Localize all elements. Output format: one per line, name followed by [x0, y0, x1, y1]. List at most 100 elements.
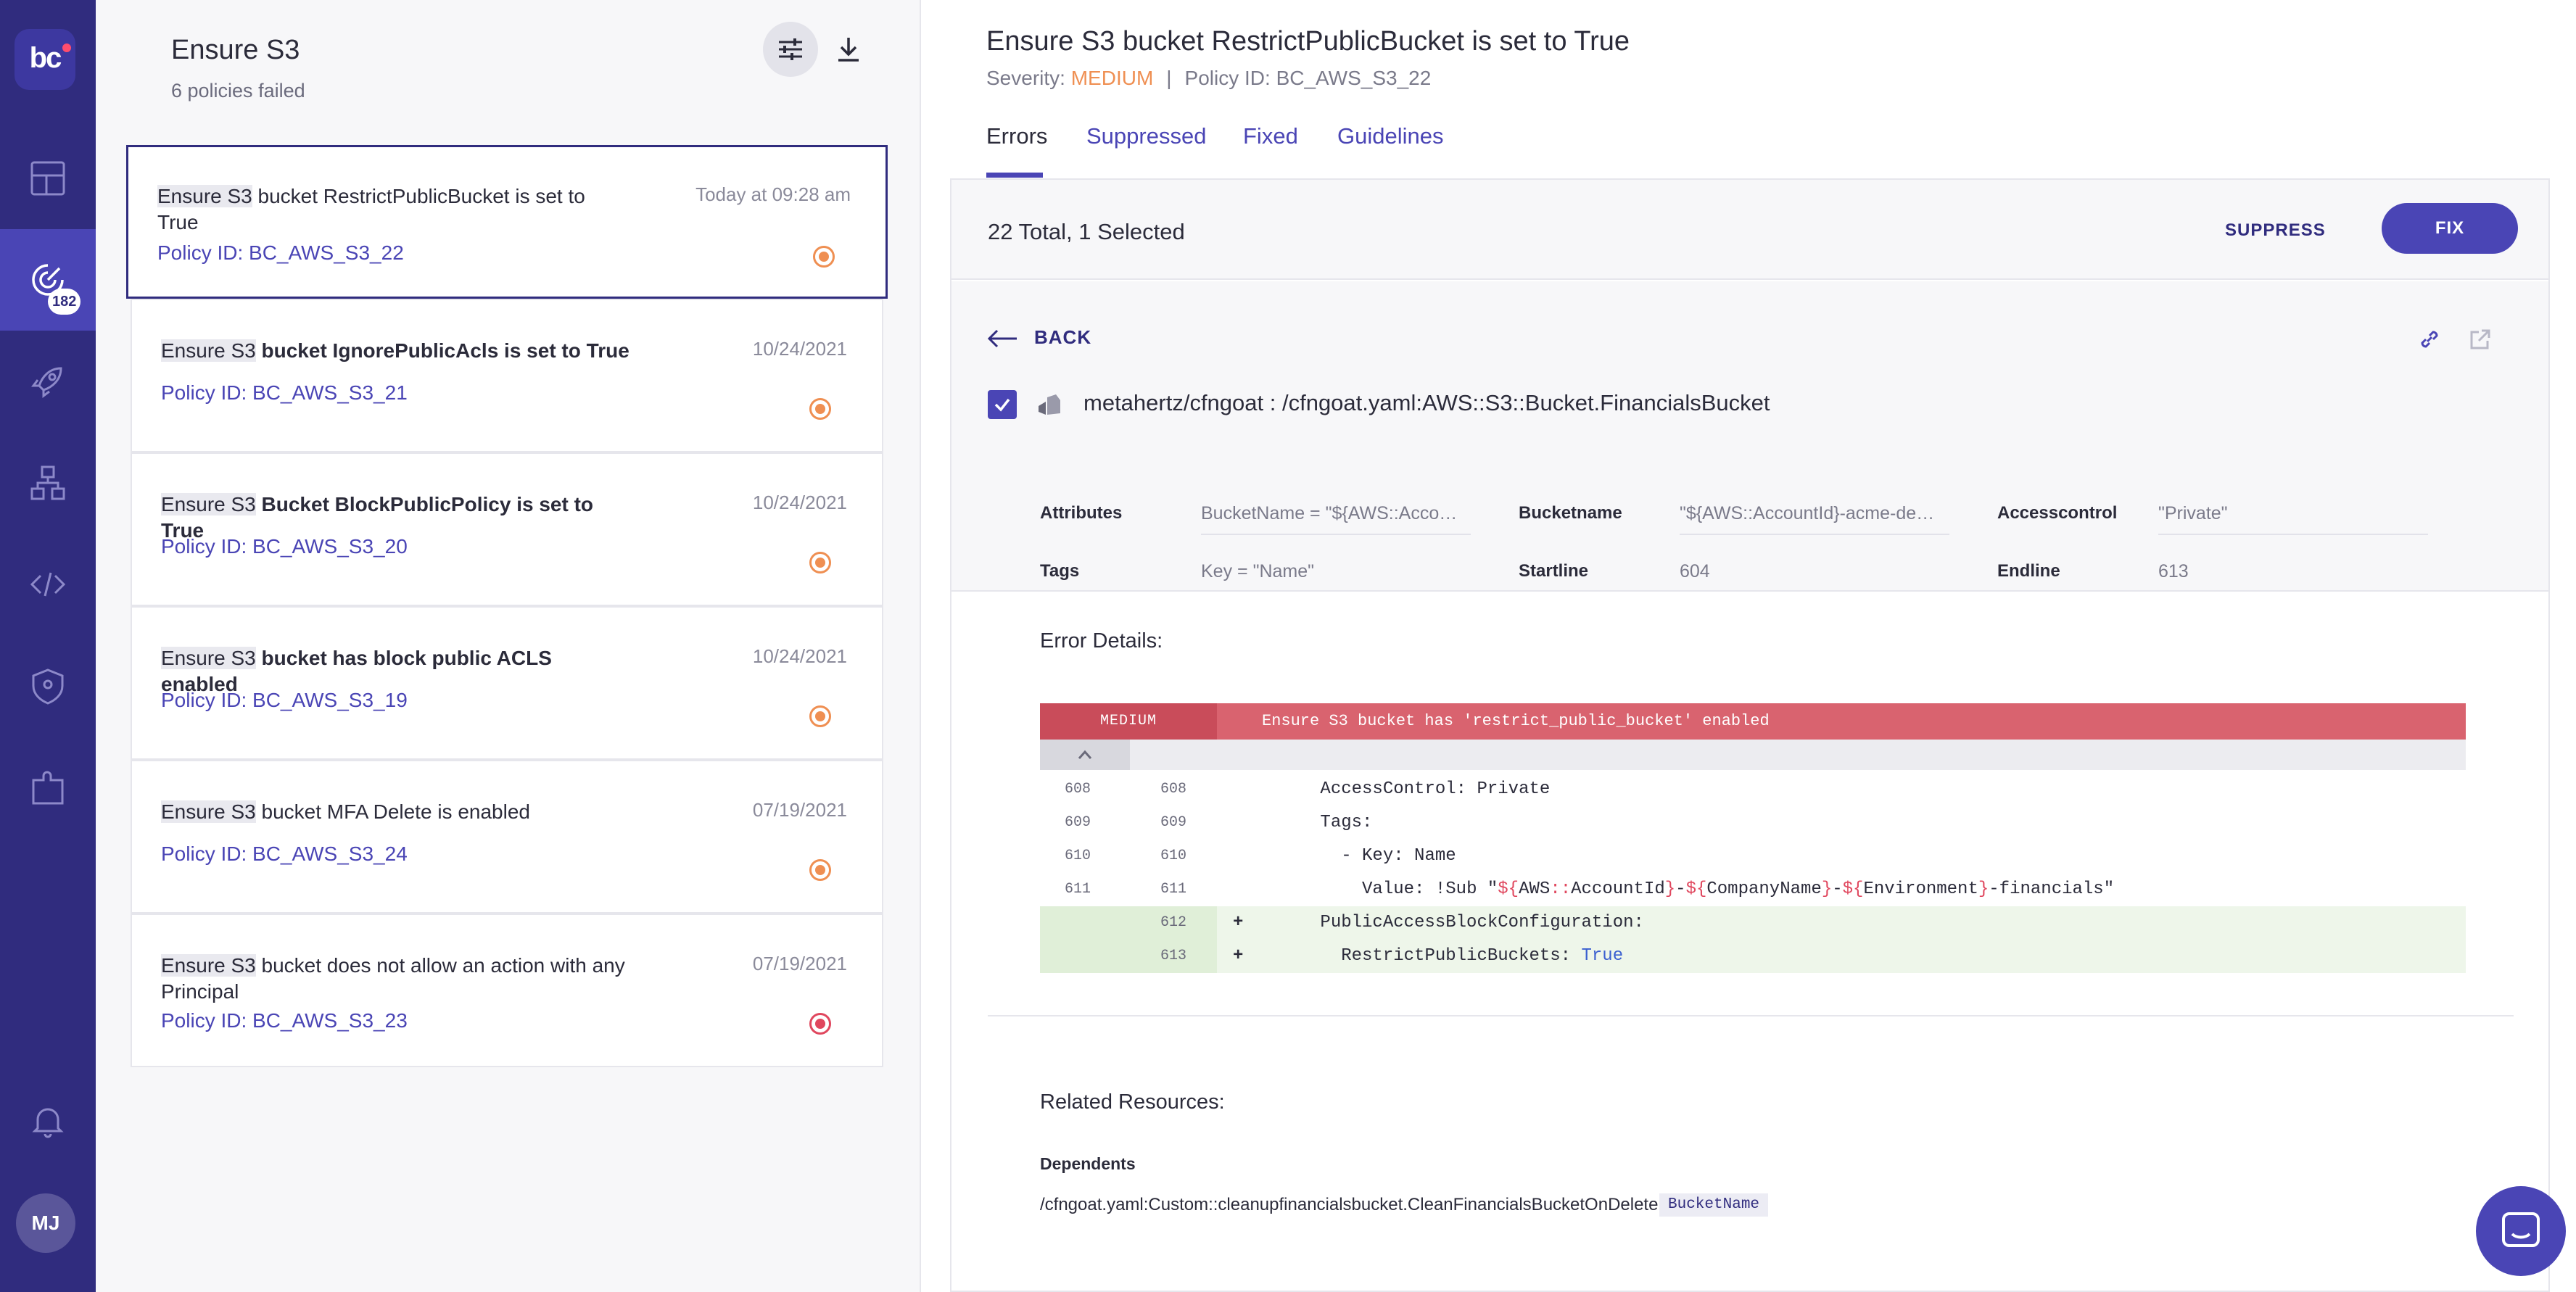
- code-icon: [30, 572, 66, 597]
- expand-up-button[interactable]: [1040, 740, 1130, 770]
- left-nav: bc 182 MJ: [0, 0, 96, 1292]
- card-date: 10/24/2021: [752, 338, 847, 360]
- back-button[interactable]: BACK: [987, 326, 1091, 349]
- code-line-added: 612 + PublicAccessBlockConfiguration:: [1040, 906, 2466, 940]
- severity-medium-icon: [809, 398, 831, 420]
- filter-button[interactable]: [763, 22, 818, 77]
- chat-launcher-button[interactable]: [2476, 1186, 2566, 1276]
- nav-code[interactable]: [0, 534, 96, 635]
- attr-value: BucketName = "${AWS::AccountId}-acme-dev…: [1201, 503, 1462, 523]
- code-line: 610 610 - Key: Name: [1065, 846, 1456, 866]
- severity-medium-icon: [809, 552, 831, 573]
- nav-incidents[interactable]: 182: [0, 229, 96, 331]
- card-title: Ensure S3 bucket MFA Delete is enabled: [161, 800, 530, 823]
- card-date: 07/19/2021: [752, 799, 847, 821]
- attr-value: 613: [2158, 561, 2189, 581]
- shield-icon: [32, 668, 64, 705]
- nav-dashboard[interactable]: [0, 128, 96, 229]
- nav-resources[interactable]: [0, 432, 96, 534]
- code-diff-header: MEDIUM Ensure S3 bucket has 'restrict_pu…: [1040, 703, 2466, 740]
- resources-icon: [30, 465, 65, 500]
- chevron-up-icon: [1078, 750, 1092, 759]
- policy-list-pane: Ensure S3 6 policies failed Ensure S3 bu…: [96, 0, 921, 1292]
- attr-label: Startline: [1519, 561, 1589, 581]
- code-line: 608 608 AccessControl: Private: [1065, 779, 1551, 799]
- integrations-icon: [32, 771, 64, 805]
- tab-errors[interactable]: Errors: [986, 123, 1047, 149]
- card-policy-id: Policy ID: BC_AWS_S3_23: [161, 1009, 408, 1032]
- external-link-icon[interactable]: [2466, 325, 2495, 354]
- errors-panel: 22 Total, 1 Selected SUPPRESS FIX BACK m…: [950, 178, 2550, 1292]
- sliders-icon: [779, 38, 802, 60]
- arrow-left-icon: [987, 330, 1017, 348]
- policy-card[interactable]: Ensure S3 bucket has block public ACLS e…: [131, 606, 883, 760]
- code-fold-bar: [1040, 740, 2466, 770]
- resource-checkbox[interactable]: [988, 390, 1017, 419]
- nav-integrations[interactable]: [0, 737, 96, 838]
- card-title: Ensure S3 bucket RestrictPublicBucket is…: [157, 185, 585, 233]
- card-date: 07/19/2021: [752, 953, 847, 974]
- check-icon: [994, 398, 1010, 412]
- card-date: Today at 09:28 am: [695, 183, 851, 205]
- fix-button[interactable]: FIX: [2382, 203, 2518, 254]
- detail-title: Ensure S3 bucket RestrictPublicBucket is…: [986, 26, 1630, 57]
- tab-fixed[interactable]: Fixed: [1243, 123, 1298, 149]
- policy-card[interactable]: Ensure S3 bucket IgnorePublicAcls is set…: [131, 299, 883, 452]
- resource-block: BACK metahertz/cfngoat : /cfngoat.yaml:A…: [951, 281, 2548, 592]
- severity-value: MEDIUM: [1070, 67, 1154, 89]
- code-diff: MEDIUM Ensure S3 bucket has 'restrict_pu…: [1040, 703, 2466, 973]
- chat-icon: [2502, 1212, 2540, 1247]
- nav-security[interactable]: [0, 635, 96, 737]
- policy-card[interactable]: Ensure S3 bucket RestrictPublicBucket is…: [126, 145, 888, 299]
- policy-card[interactable]: Ensure S3 bucket MFA Delete is enabled P…: [131, 760, 883, 914]
- severity-medium-icon: [813, 246, 835, 268]
- nav-notifications[interactable]: [0, 1070, 96, 1172]
- card-policy-id: Policy ID: BC_AWS_S3_22: [157, 241, 404, 264]
- download-button[interactable]: [821, 22, 876, 77]
- suppress-button[interactable]: SUPPRESS: [2225, 220, 2326, 241]
- code-line-added: 613 + RestrictPublicBuckets: True: [1040, 940, 2466, 973]
- attr-label: Attributes: [1040, 503, 1123, 523]
- card-policy-id: Policy ID: BC_AWS_S3_24: [161, 842, 408, 865]
- dependents-label: Dependents: [1040, 1154, 1136, 1173]
- attr-value: Key = "Name": [1201, 561, 1315, 581]
- brand-logo[interactable]: bc: [15, 29, 75, 90]
- user-avatar[interactable]: MJ: [16, 1193, 75, 1253]
- card-policy-id: Policy ID: BC_AWS_S3_19: [161, 689, 408, 711]
- code-line: 609 609 Tags:: [1065, 813, 1373, 832]
- link-icon[interactable]: [2415, 325, 2444, 354]
- severity-medium-icon: [809, 859, 831, 881]
- tab-suppressed[interactable]: Suppressed: [1086, 123, 1206, 149]
- card-date: 10/24/2021: [752, 645, 847, 667]
- attr-label: Accesscontrol: [1997, 503, 2118, 523]
- related-resources-title: Related Resources:: [1040, 1090, 1225, 1114]
- attr-label: Endline: [1997, 561, 2060, 581]
- errors-toolbar: 22 Total, 1 Selected SUPPRESS FIX: [951, 180, 2548, 280]
- code-message: Ensure S3 bucket has 'restrict_public_bu…: [1262, 712, 1770, 730]
- list-subtitle: 6 policies failed: [171, 80, 305, 102]
- policy-card[interactable]: Ensure S3 Bucket BlockPublicPolicy is se…: [131, 452, 883, 606]
- dependent-resource[interactable]: /cfngoat.yaml:Custom::cleanupfinancialsb…: [1040, 1195, 1658, 1215]
- tab-guidelines[interactable]: Guidelines: [1337, 123, 1443, 149]
- download-icon: [838, 38, 859, 62]
- card-date: 10/24/2021: [752, 492, 847, 513]
- attr-label: Bucketname: [1519, 503, 1622, 523]
- policy-detail-pane: Ensure S3 bucket RestrictPublicBucket is…: [922, 0, 2576, 1292]
- policy-card[interactable]: Ensure S3 bucket does not allow an actio…: [131, 914, 883, 1067]
- card-title: Ensure S3 bucket does not allow an actio…: [161, 954, 625, 1003]
- card-policy-id: Policy ID: BC_AWS_S3_20: [161, 535, 408, 558]
- detail-policy-id: Policy ID: BC_AWS_S3_22: [1184, 67, 1432, 89]
- attr-label: Tags: [1040, 561, 1080, 581]
- dashboard-icon: [30, 161, 65, 196]
- nav-projects[interactable]: [0, 331, 96, 432]
- attr-value: "${AWS::AccountId}-acme-dev-financials": [1680, 503, 1941, 523]
- attr-value: 604: [1680, 561, 1710, 581]
- bell-icon: [32, 1108, 64, 1138]
- severity-medium-icon: [809, 705, 831, 727]
- detail-meta: Severity: MEDIUM | Policy ID: BC_AWS_S3_22: [986, 67, 1432, 89]
- card-policy-id: Policy ID: BC_AWS_S3_21: [161, 381, 408, 404]
- severity-high-icon: [809, 1013, 831, 1035]
- attr-value: "Private": [2158, 503, 2228, 523]
- s3-bucket-icon: [1039, 394, 1060, 415]
- list-title: Ensure S3: [171, 35, 300, 65]
